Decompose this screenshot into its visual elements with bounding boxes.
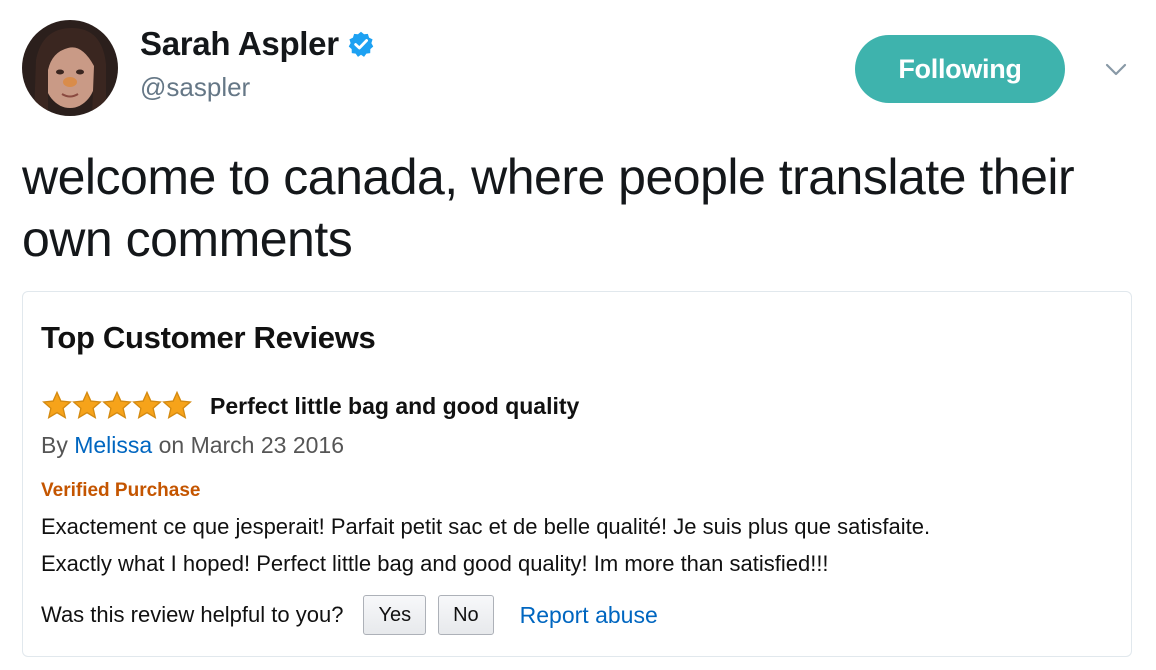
avatar[interactable]: [22, 20, 118, 116]
review-section-heading: Top Customer Reviews: [41, 320, 376, 355]
author-name-row: Sarah Aspler: [140, 24, 375, 64]
avatar-image: [22, 20, 118, 116]
tweet: Sarah Aspler @saspler Following welcome …: [0, 0, 1156, 670]
reviewer-name-link[interactable]: Melissa: [74, 432, 152, 458]
no-button[interactable]: No: [438, 595, 494, 635]
star-icon: [162, 390, 192, 419]
review-body-english: Exactly what I hoped! Perfect little bag…: [41, 551, 829, 576]
chevron-down-icon[interactable]: [1102, 60, 1130, 80]
star-icon: [132, 390, 162, 419]
star-rating[interactable]: [41, 390, 192, 422]
user-handle[interactable]: @saspler: [140, 72, 250, 103]
following-button[interactable]: Following: [855, 35, 1065, 103]
review-byline: By Melissa on March 23 2016: [41, 430, 344, 460]
review-card: Top Customer Reviews Perfect little bag …: [22, 291, 1132, 657]
verified-badge-icon: [348, 31, 374, 57]
display-name[interactable]: Sarah Aspler: [140, 25, 339, 63]
helpful-question: Was this review helpful to you?: [41, 602, 344, 627]
review-date: on March 23 2016: [158, 432, 344, 458]
star-icon: [102, 390, 132, 419]
star-icon: [42, 390, 72, 419]
yes-button[interactable]: Yes: [363, 595, 427, 635]
helpful-vote-row: Was this review helpful to you? Yes No R…: [41, 594, 658, 636]
review-title[interactable]: Perfect little bag and good quality: [210, 390, 579, 422]
report-abuse-link[interactable]: Report abuse: [520, 602, 658, 629]
review-body: Exactement ce que jesperait! Parfait pet…: [41, 508, 1111, 582]
verified-purchase-badge: Verified Purchase: [41, 480, 201, 501]
star-icon: [72, 390, 102, 419]
byline-prefix: By: [41, 432, 68, 458]
review-body-french: Exactement ce que jesperait! Parfait pet…: [41, 514, 931, 539]
tweet-text: welcome to canada, where people translat…: [22, 149, 1075, 267]
